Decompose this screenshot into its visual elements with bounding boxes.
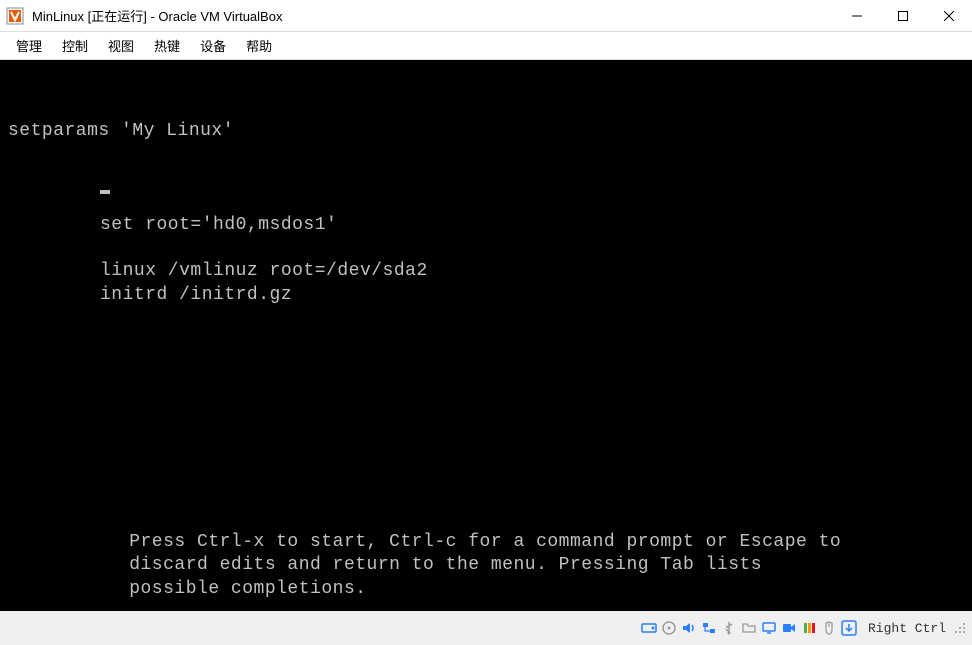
menu-manage[interactable]: 管理 bbox=[6, 32, 52, 59]
window-controls bbox=[834, 0, 972, 32]
grub-blank-line bbox=[0, 237, 972, 260]
grub-linux-line: linux /vmlinuz root=/dev/sda2 bbox=[0, 260, 972, 283]
optical-disk-icon[interactable] bbox=[660, 619, 678, 637]
network-icon[interactable] bbox=[700, 619, 718, 637]
resize-grip-icon[interactable] bbox=[954, 622, 966, 634]
menu-devices[interactable]: 设备 bbox=[190, 32, 236, 59]
vm-display[interactable]: setparams 'My Linux' set root='hd0,msdos… bbox=[0, 60, 972, 611]
grub-help-text: Press Ctrl-x to start, Ctrl-c for a comm… bbox=[0, 531, 972, 601]
grub-setparams-line: setparams 'My Linux' bbox=[0, 120, 972, 143]
menu-view[interactable]: 视图 bbox=[98, 32, 144, 59]
host-key-indicator[interactable]: Right Ctrl bbox=[862, 621, 952, 636]
grub-cursor-line bbox=[0, 190, 972, 213]
grub-initrd-line: initrd /initrd.gz bbox=[0, 284, 972, 307]
grub-help-line-2: discard edits and return to the menu. Pr… bbox=[76, 554, 896, 577]
text-cursor-icon bbox=[100, 190, 110, 194]
mouse-integration-icon[interactable] bbox=[820, 619, 838, 637]
recording-icon[interactable] bbox=[780, 619, 798, 637]
close-button[interactable] bbox=[926, 0, 972, 32]
status-icon-tray bbox=[640, 619, 858, 637]
menu-control[interactable]: 控制 bbox=[52, 32, 98, 59]
shared-folder-icon[interactable] bbox=[740, 619, 758, 637]
grub-help-line-1: Press Ctrl-x to start, Ctrl-c for a comm… bbox=[76, 531, 896, 554]
grub-set-root-line: set root='hd0,msdos1' bbox=[0, 214, 972, 237]
virtualbox-app-icon bbox=[6, 7, 24, 25]
keyboard-capture-icon[interactable] bbox=[840, 619, 858, 637]
grub-blank-line bbox=[0, 167, 972, 190]
window-title: MinLinux [正在运行] - Oracle VM VirtualBox bbox=[32, 6, 834, 25]
hard-disk-icon[interactable] bbox=[640, 619, 658, 637]
menubar: 管理 控制 视图 热键 设备 帮助 bbox=[0, 32, 972, 60]
grub-help-line-3: possible completions. bbox=[76, 578, 896, 601]
audio-icon[interactable] bbox=[680, 619, 698, 637]
cpu-icon[interactable] bbox=[800, 619, 818, 637]
maximize-button[interactable] bbox=[880, 0, 926, 32]
usb-icon[interactable] bbox=[720, 619, 738, 637]
menu-hotkey[interactable]: 热键 bbox=[144, 32, 190, 59]
window-titlebar: MinLinux [正在运行] - Oracle VM VirtualBox bbox=[0, 0, 972, 32]
display-icon[interactable] bbox=[760, 619, 778, 637]
minimize-button[interactable] bbox=[834, 0, 880, 32]
grub-blank-line bbox=[0, 143, 972, 166]
vm-statusbar: Right Ctrl bbox=[0, 611, 972, 645]
menu-help[interactable]: 帮助 bbox=[236, 32, 282, 59]
